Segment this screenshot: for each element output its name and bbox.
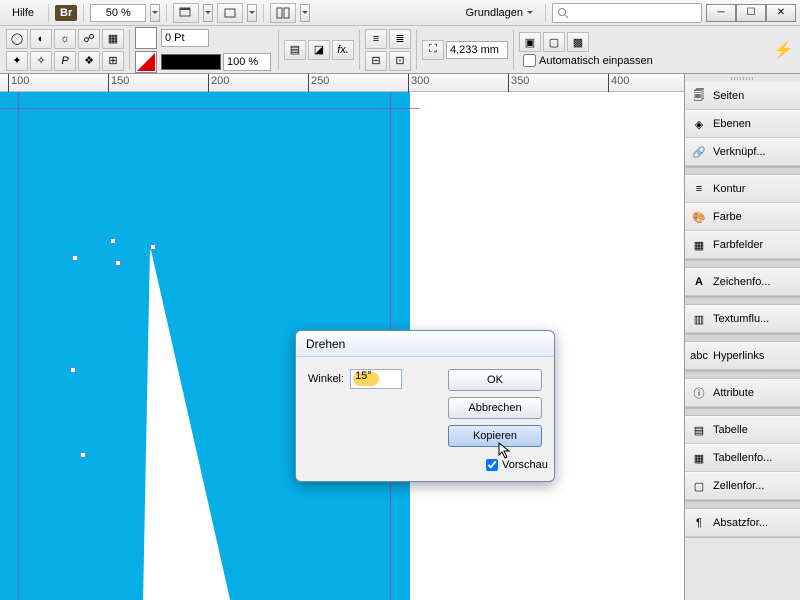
tool-icon[interactable]: ❖ bbox=[78, 51, 100, 71]
selection-handle[interactable] bbox=[115, 260, 121, 266]
preview-label: Vorschau bbox=[502, 459, 548, 471]
table-icon: ▤ bbox=[691, 422, 707, 438]
hyperlink-icon: abc bbox=[691, 348, 707, 364]
selection-handle[interactable] bbox=[70, 367, 76, 373]
panel-textumflu[interactable]: ▥Textumflu... bbox=[685, 305, 800, 333]
frame-icon[interactable]: ⛶ bbox=[422, 40, 444, 60]
maximize-button[interactable]: ☐ bbox=[736, 4, 766, 22]
zoom-level[interactable]: 50 % bbox=[90, 4, 146, 22]
tool-icon[interactable]: ☍ bbox=[78, 29, 100, 49]
panel-grip[interactable] bbox=[685, 74, 800, 82]
effects-icon[interactable]: ▤ bbox=[284, 40, 306, 60]
selection-handle[interactable] bbox=[72, 255, 78, 261]
tool-icon[interactable]: ▦ bbox=[102, 29, 124, 49]
textwrap-icon: ▥ bbox=[691, 311, 707, 327]
effects-icon[interactable]: ◪ bbox=[308, 40, 330, 60]
panel-zellenfor[interactable]: ▢Zellenfor... bbox=[685, 472, 800, 500]
angle-input[interactable]: 15° bbox=[350, 369, 402, 389]
selection-handle[interactable] bbox=[110, 238, 116, 244]
fill-swatch[interactable] bbox=[135, 27, 157, 49]
tool-icon[interactable]: ◐ bbox=[30, 29, 52, 49]
copy-button[interactable]: Kopieren bbox=[448, 425, 542, 447]
tool-icon[interactable]: ✧ bbox=[30, 51, 52, 71]
zoom-dropdown[interactable] bbox=[150, 4, 160, 22]
panel-seiten[interactable]: 🗐Seiten bbox=[685, 82, 800, 110]
close-button[interactable]: ✕ bbox=[766, 4, 796, 22]
right-panels: 🗐Seiten ◈Ebenen 🔗Verknüpf... ≡Kontur 🎨Fa… bbox=[684, 74, 800, 600]
cancel-button[interactable]: Abbrechen bbox=[448, 397, 542, 419]
opacity-field[interactable]: 100 % bbox=[223, 53, 271, 71]
view-options-button[interactable] bbox=[173, 3, 199, 23]
autofit-checkbox[interactable]: Automatisch einpassen bbox=[519, 54, 657, 67]
layers-icon: ◈ bbox=[691, 116, 707, 132]
preview-checkbox[interactable] bbox=[486, 459, 498, 471]
horizontal-ruler[interactable]: 100 150 200 250 300 350 400 bbox=[0, 74, 684, 92]
guide[interactable] bbox=[0, 108, 420, 109]
help-menu[interactable]: Hilfe bbox=[4, 5, 42, 21]
panel-tabelle[interactable]: ▤Tabelle bbox=[685, 416, 800, 444]
guide[interactable] bbox=[18, 92, 19, 600]
screen-mode-dropdown[interactable] bbox=[247, 4, 257, 22]
align-icon[interactable]: ≡ bbox=[365, 29, 387, 49]
tool-icon[interactable]: P bbox=[54, 51, 76, 71]
dialog-title[interactable]: Drehen bbox=[296, 331, 554, 357]
minimize-button[interactable]: ─ bbox=[706, 4, 736, 22]
panel-zeichenfo[interactable]: AZeichenfo... bbox=[685, 268, 800, 296]
control-toolbar: ◯ ◐ ☼ ☍ ▦ ✦ ✧ P ❖ ⊞ 0 Pt 100 % bbox=[0, 26, 800, 74]
tool-icon[interactable]: ☼ bbox=[54, 29, 76, 49]
tool-icon[interactable]: ✦ bbox=[6, 51, 28, 71]
panel-tabellenfo[interactable]: ▦Tabellenfo... bbox=[685, 444, 800, 472]
fit-icon[interactable]: ▩ bbox=[567, 32, 589, 52]
ok-button[interactable]: OK bbox=[448, 369, 542, 391]
panel-hyperlinks[interactable]: abcHyperlinks bbox=[685, 342, 800, 370]
workspace-switcher[interactable]: Grundlagen bbox=[460, 5, 540, 21]
bridge-button[interactable]: Br bbox=[55, 5, 77, 21]
arrange-button[interactable] bbox=[270, 3, 296, 23]
fit-icon[interactable]: ▢ bbox=[543, 32, 565, 52]
panel-verknuepf[interactable]: 🔗Verknüpf... bbox=[685, 138, 800, 166]
links-icon: 🔗 bbox=[691, 144, 707, 160]
panel-farbe[interactable]: 🎨Farbe bbox=[685, 203, 800, 231]
panel-farbfelder[interactable]: ▦Farbfelder bbox=[685, 231, 800, 259]
tablestyle-icon: ▦ bbox=[691, 450, 707, 466]
selection-handle[interactable] bbox=[80, 452, 86, 458]
search-icon bbox=[557, 7, 569, 19]
color-icon: 🎨 bbox=[691, 209, 707, 225]
dimension-field[interactable]: 4,233 mm bbox=[446, 41, 508, 59]
panel-attribute[interactable]: ⓘAttribute bbox=[685, 379, 800, 407]
stroke-swatch[interactable] bbox=[135, 51, 157, 73]
arrange-dropdown[interactable] bbox=[300, 4, 310, 22]
stroke-icon: ≡ bbox=[691, 181, 707, 197]
parastyle-icon: ¶ bbox=[691, 515, 707, 531]
tint-bar[interactable] bbox=[161, 54, 221, 70]
tool-icon[interactable]: ⊞ bbox=[102, 51, 124, 71]
fx-button[interactable]: fx. bbox=[332, 40, 354, 60]
cellstyle-icon: ▢ bbox=[691, 478, 707, 494]
view-options-dropdown[interactable] bbox=[203, 4, 213, 22]
selection-handle[interactable] bbox=[150, 244, 156, 250]
char-icon: A bbox=[691, 274, 707, 290]
screen-mode-button[interactable] bbox=[217, 3, 243, 23]
stroke-weight[interactable]: 0 Pt bbox=[161, 29, 209, 47]
panel-absatzfor[interactable]: ¶Absatzfor... bbox=[685, 509, 800, 537]
swatches-icon: ▦ bbox=[691, 237, 707, 253]
panel-ebenen[interactable]: ◈Ebenen bbox=[685, 110, 800, 138]
rotate-dialog: Drehen Winkel: 15° OK Abbrechen Kopieren… bbox=[295, 330, 555, 482]
pages-icon: 🗐 bbox=[691, 88, 707, 104]
attribute-icon: ⓘ bbox=[691, 385, 707, 401]
align-icon[interactable]: ⊟ bbox=[365, 51, 387, 71]
align-icon[interactable]: ⊡ bbox=[389, 51, 411, 71]
panel-kontur[interactable]: ≡Kontur bbox=[685, 175, 800, 203]
menubar: Hilfe Br 50 % Grundlagen ─ ☐ ✕ bbox=[0, 0, 800, 26]
quick-apply-icon[interactable]: ⚡ bbox=[772, 39, 794, 61]
cursor-icon bbox=[498, 442, 512, 460]
search-input[interactable] bbox=[552, 3, 702, 23]
align-icon[interactable]: ≣ bbox=[389, 29, 411, 49]
fit-icon[interactable]: ▣ bbox=[519, 32, 541, 52]
tool-icon[interactable]: ◯ bbox=[6, 29, 28, 49]
angle-label: Winkel: bbox=[308, 373, 344, 385]
